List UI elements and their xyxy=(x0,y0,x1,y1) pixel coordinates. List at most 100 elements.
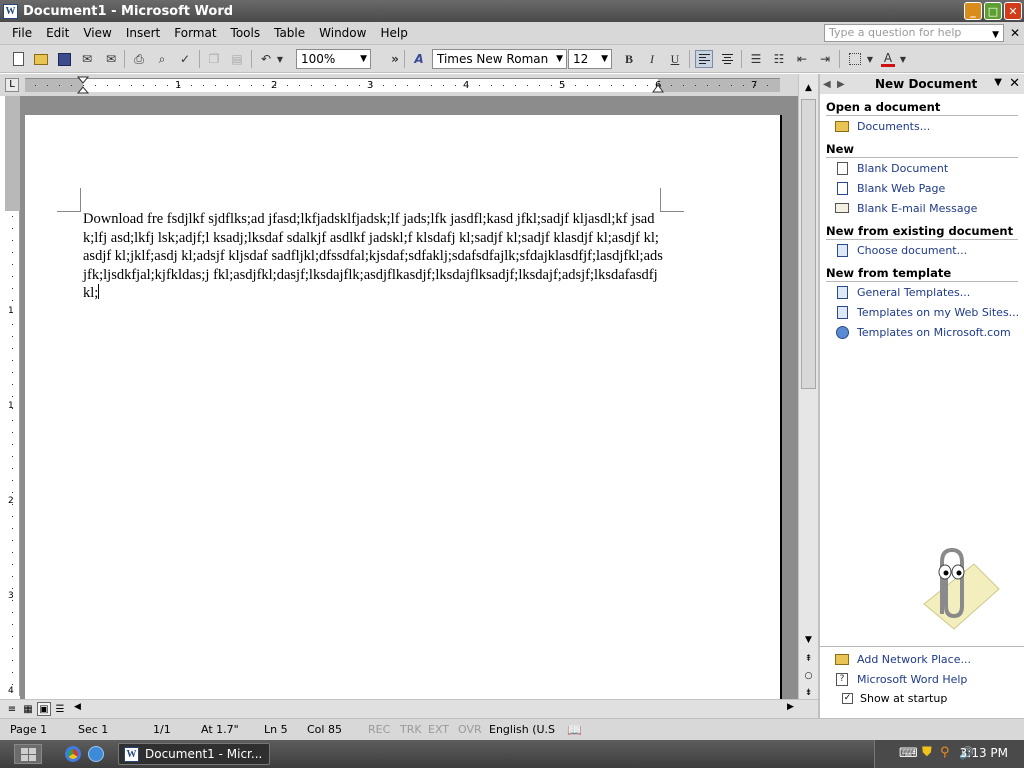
numbering-icon[interactable]: ☰ xyxy=(747,50,765,68)
help-question-input[interactable]: Type a question for help ▼ xyxy=(824,24,1004,42)
font-name-combo[interactable]: Times New Roman ▼ xyxy=(432,49,567,69)
chrome-icon[interactable] xyxy=(65,746,81,762)
new-document-icon[interactable] xyxy=(9,50,27,68)
menu-view[interactable]: View xyxy=(76,22,118,45)
right-indent-marker-icon[interactable] xyxy=(652,83,664,93)
menu-table[interactable]: Table xyxy=(267,22,312,45)
next-page-icon[interactable]: ⇟ xyxy=(801,685,816,700)
start-button[interactable] xyxy=(14,744,42,764)
bullets-icon[interactable]: ☷ xyxy=(770,50,788,68)
minimize-button[interactable]: _ xyxy=(964,2,982,20)
styles-icon[interactable]: A xyxy=(410,50,428,68)
keyboard-icon[interactable]: ⌨ xyxy=(899,746,918,761)
permission-icon[interactable]: ✉ xyxy=(78,50,96,68)
italic-button[interactable]: I xyxy=(643,50,661,68)
task-pane-menu-icon[interactable]: ▼ xyxy=(994,77,1002,88)
clock[interactable]: 3:13 PM xyxy=(960,746,1008,760)
menu-help[interactable]: Help xyxy=(373,22,414,45)
status-ovr[interactable]: OVR xyxy=(458,723,482,736)
show-at-startup-checkbox[interactable]: ✓ xyxy=(842,692,853,704)
scroll-up-icon[interactable]: ▲ xyxy=(801,80,816,95)
status-trk[interactable]: TRK xyxy=(400,723,422,736)
print-icon[interactable]: ⎙ xyxy=(130,50,148,68)
chevron-down-icon[interactable]: ▼ xyxy=(992,27,999,43)
previous-page-icon[interactable]: ⇞ xyxy=(801,651,816,666)
decrease-indent-icon[interactable]: ⇤ xyxy=(793,50,811,68)
bold-button[interactable]: B xyxy=(620,50,638,68)
copy-icon[interactable]: ❐ xyxy=(205,50,223,68)
scroll-right-icon[interactable]: ▶ xyxy=(787,702,794,712)
font-color-icon[interactable]: A xyxy=(879,50,897,68)
menu-file[interactable]: File xyxy=(5,22,39,45)
status-ext[interactable]: EXT xyxy=(428,723,449,736)
show-at-startup-option[interactable]: ✓ Show at startup xyxy=(842,689,1024,707)
borders-dropdown-icon[interactable]: ▼ xyxy=(865,50,875,68)
word-app-icon[interactable]: W xyxy=(3,3,18,19)
select-browse-object-icon[interactable]: ○ xyxy=(801,668,816,683)
increase-indent-icon[interactable]: ⇥ xyxy=(816,50,834,68)
zoom-combo[interactable]: 100% ▼ xyxy=(296,49,371,69)
choose-document-link[interactable]: Choose document... xyxy=(835,240,1024,260)
back-arrow-icon[interactable]: ◀ xyxy=(823,79,837,90)
scroll-left-icon[interactable]: ◀ xyxy=(74,702,81,712)
blank-email-link[interactable]: Blank E-mail Message xyxy=(835,198,1024,218)
undo-dropdown-icon[interactable]: ▼ xyxy=(275,50,285,68)
blank-document-link[interactable]: Blank Document xyxy=(835,158,1024,178)
save-icon[interactable] xyxy=(55,50,73,68)
add-network-place-link[interactable]: Add Network Place... xyxy=(835,649,1024,669)
maximize-button[interactable]: □ xyxy=(984,2,1002,20)
undo-icon[interactable]: ↶ xyxy=(257,50,275,68)
font-size-combo[interactable]: 12 ▼ xyxy=(568,49,612,69)
chevron-down-icon[interactable]: ▼ xyxy=(601,50,608,68)
office-assistant-clippy-icon[interactable] xyxy=(904,544,1004,634)
menu-edit[interactable]: Edit xyxy=(39,22,76,45)
taskbar-word-button[interactable]: W Document1 - Micr... xyxy=(118,743,270,765)
outline-view-icon[interactable]: ☰ xyxy=(53,702,67,716)
email-icon[interactable]: ✉ xyxy=(102,50,120,68)
menu-tools[interactable]: Tools xyxy=(224,22,268,45)
web-layout-view-icon[interactable]: ▦ xyxy=(21,702,35,716)
chevron-down-icon[interactable]: ▼ xyxy=(556,50,563,68)
underline-button[interactable]: U xyxy=(666,50,684,68)
open-folder-icon[interactable] xyxy=(32,50,50,68)
print-layout-view-icon[interactable]: ▣ xyxy=(37,702,51,716)
font-color-dropdown-icon[interactable]: ▼ xyxy=(898,50,908,68)
chevron-down-icon[interactable]: ▼ xyxy=(360,50,367,68)
search-tray-icon[interactable]: ⚲ xyxy=(940,745,950,760)
web-templates-link[interactable]: Templates on my Web Sites... xyxy=(835,302,1024,322)
internet-explorer-icon[interactable] xyxy=(88,746,104,762)
document-page[interactable]: Download fre fsdjlkf sjdflks;ad jfasd;lk… xyxy=(25,115,782,705)
spelling-status-icon[interactable]: 📖 xyxy=(567,723,582,737)
word-help-link[interactable]: ? Microsoft Word Help xyxy=(835,669,1024,689)
vertical-scrollbar[interactable]: ▲ ▼ ⇞ ○ ⇟ xyxy=(798,74,818,699)
ruler-tick xyxy=(107,85,108,86)
status-rec[interactable]: REC xyxy=(368,723,390,736)
print-preview-icon[interactable]: ⌕ xyxy=(153,50,171,68)
close-window-button[interactable]: ✕ xyxy=(1004,2,1022,20)
align-left-icon[interactable] xyxy=(695,50,713,68)
menu-format[interactable]: Format xyxy=(167,22,223,45)
scroll-down-icon[interactable]: ▼ xyxy=(801,632,816,647)
toolbar-options-icon[interactable]: » xyxy=(386,50,404,68)
spelling-icon[interactable]: ✓ xyxy=(176,50,194,68)
vertical-ruler[interactable]: 1 1 2 3 4 xyxy=(5,96,20,696)
document-body[interactable]: Download fre fsdjlkf sjdflks;ad jfasd;lk… xyxy=(83,210,663,303)
horizontal-ruler[interactable]: 1 2 3 4 5 6 7 xyxy=(25,76,780,94)
borders-icon[interactable] xyxy=(846,50,864,68)
paste-icon[interactable]: ▤ xyxy=(228,50,246,68)
blank-web-page-link[interactable]: Blank Web Page xyxy=(835,178,1024,198)
tab-selector-icon[interactable]: L xyxy=(5,78,19,92)
documents-link[interactable]: Documents... xyxy=(835,116,1024,136)
scroll-thumb[interactable] xyxy=(801,99,816,389)
align-center-icon[interactable] xyxy=(718,50,736,68)
microsoft-templates-link[interactable]: Templates on Microsoft.com xyxy=(835,322,1024,342)
close-document-button[interactable]: ✕ xyxy=(1010,26,1020,40)
menu-window[interactable]: Window xyxy=(312,22,373,45)
horizontal-scrollbar[interactable]: ≡ ▦ ▣ ☰ ◀ ▶ xyxy=(0,699,818,718)
menu-insert[interactable]: Insert xyxy=(119,22,167,45)
security-shield-icon[interactable]: ⛊ xyxy=(922,745,932,760)
general-templates-link[interactable]: General Templates... xyxy=(835,282,1024,302)
normal-view-icon[interactable]: ≡ xyxy=(5,702,19,716)
close-icon[interactable]: ✕ xyxy=(1009,76,1020,91)
forward-arrow-icon[interactable]: ▶ xyxy=(837,79,851,90)
